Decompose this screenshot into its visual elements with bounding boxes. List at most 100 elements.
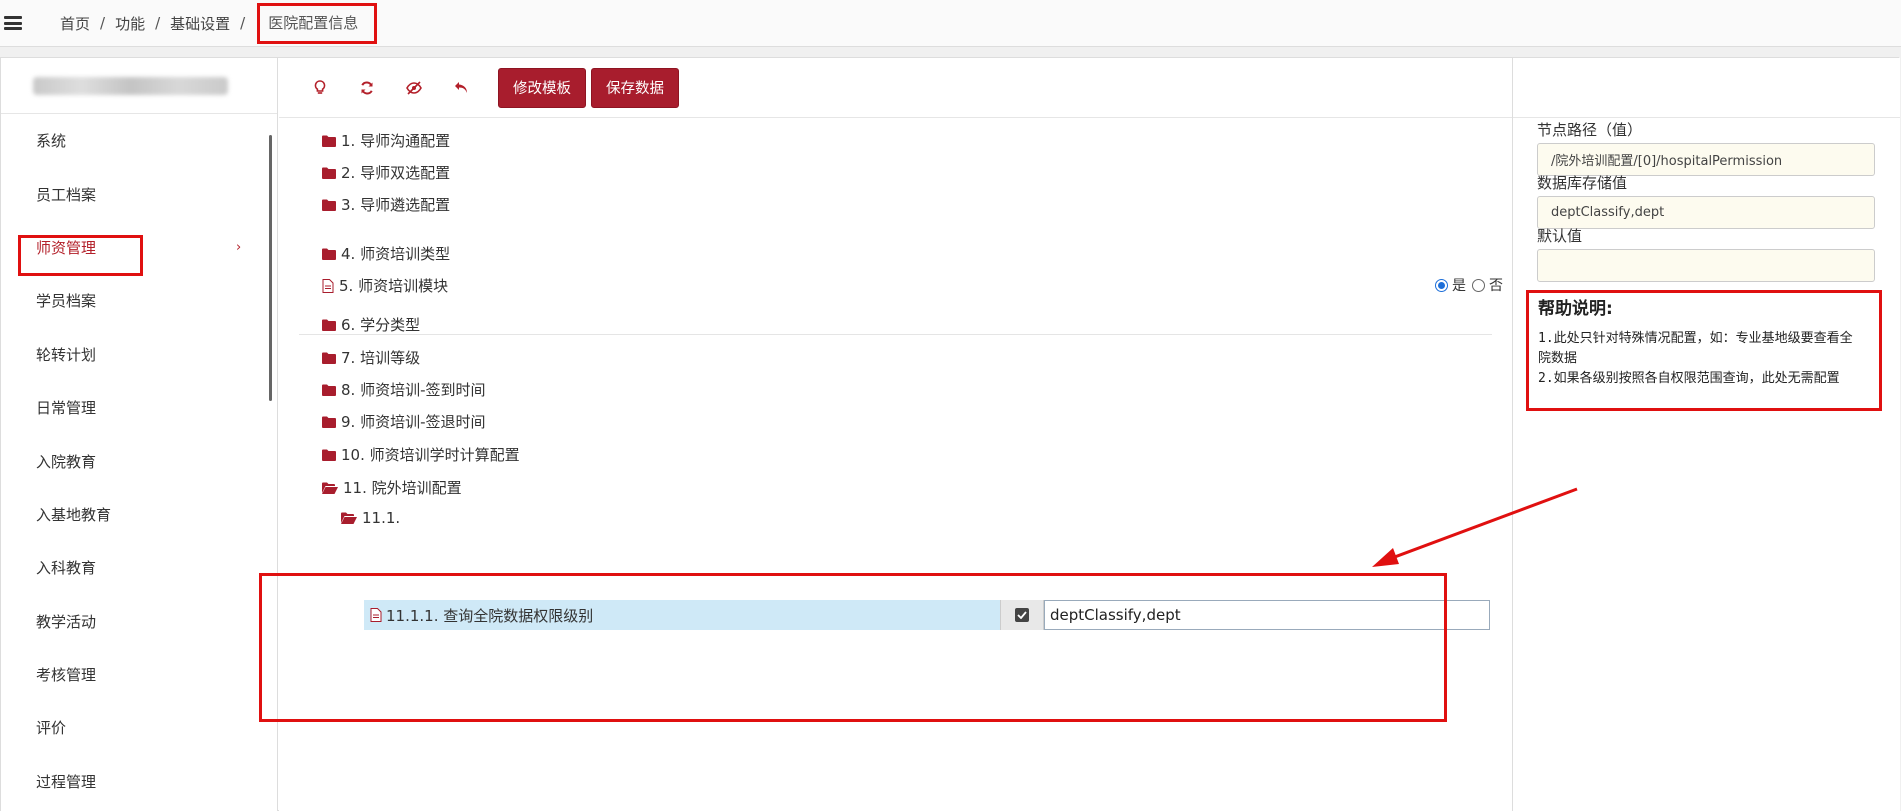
folder-icon [322,199,336,211]
tree-node-label: 11. 院外培训配置 [343,479,462,497]
sidebar-item-process-management[interactable]: 过程管理 [1,755,277,808]
sidebar-logo [1,58,277,114]
help-box: 帮助说明: 1.此处只针对特殊情况配置，如：专业基地级要查看全 院数据 2.如果… [1526,290,1882,411]
sidebar-item-system[interactable]: 系统 [1,114,277,167]
sidebar-item-label: 入院教育 [36,452,97,471]
radio-no[interactable] [1472,278,1485,292]
breadcrumb-basic-settings[interactable]: 基础设置 [168,13,232,34]
tree-node[interactable]: 3. 导师遴选配置 [322,194,450,215]
lightbulb-icon[interactable] [305,73,335,103]
radio-yes[interactable] [1435,278,1448,292]
tree-node-label: 8. 师资培训-签到时间 [341,381,486,399]
tree-node[interactable]: 5. 师资培训模块 [322,275,448,296]
sidebar-item-label: 日常管理 [36,399,97,418]
folder-icon [322,319,336,331]
leaf-label-cell: 11.1.1. 查询全院数据权限级别 [364,605,1004,626]
db-value-label: 数据库存储值 [1537,174,1628,192]
folder-icon [322,167,336,179]
folder-icon [322,416,336,428]
sidebar-item-evaluation[interactable]: 评价 [1,701,277,754]
sidebar-item-assessment[interactable]: 考核管理 [1,648,277,701]
tree-node[interactable]: 1. 导师沟通配置 [322,130,450,151]
folder-icon [322,352,336,364]
sidebar-item-dept-orientation[interactable]: 入科教育 [1,541,277,594]
help-line: 院数据 [1538,351,1578,366]
sidebar-item-label: 学员档案 [36,292,97,311]
right-panel-header [1513,58,1900,118]
tree-node[interactable]: 6. 学分类型 [322,314,420,335]
save-data-button[interactable]: 保存数据 [591,67,679,108]
file-text-icon [322,278,334,293]
help-line: 1.此处只针对特殊情况配置，如：专业基地级要查看全 [1538,331,1853,346]
breadcrumb-separator: / [100,14,106,32]
breadcrumb-function[interactable]: 功能 [113,13,147,34]
sidebar-item-base-orientation[interactable]: 入基地教育 [1,488,277,541]
tree-divider [299,334,1492,335]
tree-node-label: 2. 导师双选配置 [341,164,451,182]
config-content: 修改模板 保存数据 1. 导师沟通配置 2. 导师双选配置 3. 导师遴选配置 … [259,58,1512,811]
selected-leaf-row[interactable]: 11.1.1. 查询全院数据权限级别 deptClassify,dept [364,600,1490,630]
tree-node-label: 11.1. [362,509,401,527]
default-value-field[interactable] [1537,249,1875,282]
breadcrumb-separator: / [155,14,161,32]
leaf-value-input[interactable]: deptClassify,dept [1044,600,1490,630]
leaf-label: 11.1.1. 查询全院数据权限级别 [386,606,594,625]
yes-no-radio-group: 是 否 [1435,275,1509,295]
tree-node-label: 4. 师资培训类型 [341,245,451,263]
tree-node[interactable]: 9. 师资培训-签退时间 [322,411,486,432]
sidebar-nav: 系统 员工档案 师资管理 › 学员档案 轮转计划 日常管理 入院教育 入基地教育… [1,114,277,808]
breadcrumb-home[interactable]: 首页 [58,13,92,34]
undo-icon[interactable] [446,73,476,103]
db-value-field[interactable]: deptClassify,dept [1537,196,1875,229]
sidebar-item-label: 轮转计划 [36,345,97,364]
breadcrumb-separator: / [240,14,246,32]
tree-node[interactable]: 2. 导师双选配置 [322,162,450,183]
tree-node-label: 6. 学分类型 [341,316,421,334]
hamburger-menu-icon[interactable] [4,12,30,34]
folder-icon [322,449,336,461]
tree-node-label: 5. 师资培训模块 [339,277,449,295]
file-text-icon [370,608,382,622]
folder-icon [322,248,336,260]
sidebar-item-teaching-activities[interactable]: 教学活动 [1,595,277,648]
sidebar-item-rotation-plan[interactable]: 轮转计划 [1,328,277,381]
refresh-icon[interactable] [352,73,382,103]
folder-open-icon [341,512,357,524]
sidebar-item-label: 入科教育 [36,559,97,578]
help-line: 2.如果各级别按照各自权限范围查询，此处无需配置 [1538,371,1840,386]
sidebar-item-label: 员工档案 [36,185,97,204]
sidebar-item-label: 入基地教育 [36,505,112,524]
tree-node[interactable]: 10. 师资培训学时计算配置 [322,444,520,465]
sidebar-item-daily-management[interactable]: 日常管理 [1,381,277,434]
tree-node[interactable]: 8. 师资培训-签到时间 [322,379,486,400]
leaf-checkbox-cell [1000,600,1044,630]
radio-no-label: 否 [1489,278,1503,294]
tree-node-expanded[interactable]: 11.1. [341,509,400,527]
tree-node-label: 1. 导师沟通配置 [341,132,451,150]
eye-slash-icon[interactable] [399,73,429,103]
sidebar-item-label: 师资管理 [36,238,97,257]
toolbar: 修改模板 保存数据 [279,58,1512,118]
annotation-highlight-box [259,573,1447,722]
sidebar-item-staff-records[interactable]: 员工档案 [1,167,277,220]
breadcrumb: 首页 / 功能 / 基础设置 / 医院配置信息 [58,2,378,44]
breadcrumb-current: 医院配置信息 [268,13,359,32]
sidebar-item-student-records[interactable]: 学员档案 [1,274,277,327]
top-bar: 首页 / 功能 / 基础设置 / 医院配置信息 [0,0,1901,47]
sidebar-scrollbar[interactable] [269,135,272,401]
tree-node-label: 9. 师资培训-签退时间 [341,413,486,431]
tree-node-label: 7. 培训等级 [341,349,421,367]
edit-template-button[interactable]: 修改模板 [498,67,586,108]
radio-yes-label: 是 [1452,278,1466,294]
tree-node-expanded[interactable]: 11. 院外培训配置 [322,477,462,498]
sidebar-item-label: 教学活动 [36,612,97,631]
tree-node[interactable]: 4. 师资培训类型 [322,243,450,264]
leaf-checkbox[interactable] [1015,608,1029,622]
help-title: 帮助说明: [1538,299,1613,319]
sidebar-item-teacher-management[interactable]: 师资管理 › [1,221,277,274]
tree-node[interactable]: 7. 培训等级 [322,347,420,368]
folder-icon [322,384,336,396]
sidebar-item-hospital-orientation[interactable]: 入院教育 [1,434,277,487]
blurred-org-name [33,76,228,95]
tree-node-label: 10. 师资培训学时计算配置 [341,446,520,464]
